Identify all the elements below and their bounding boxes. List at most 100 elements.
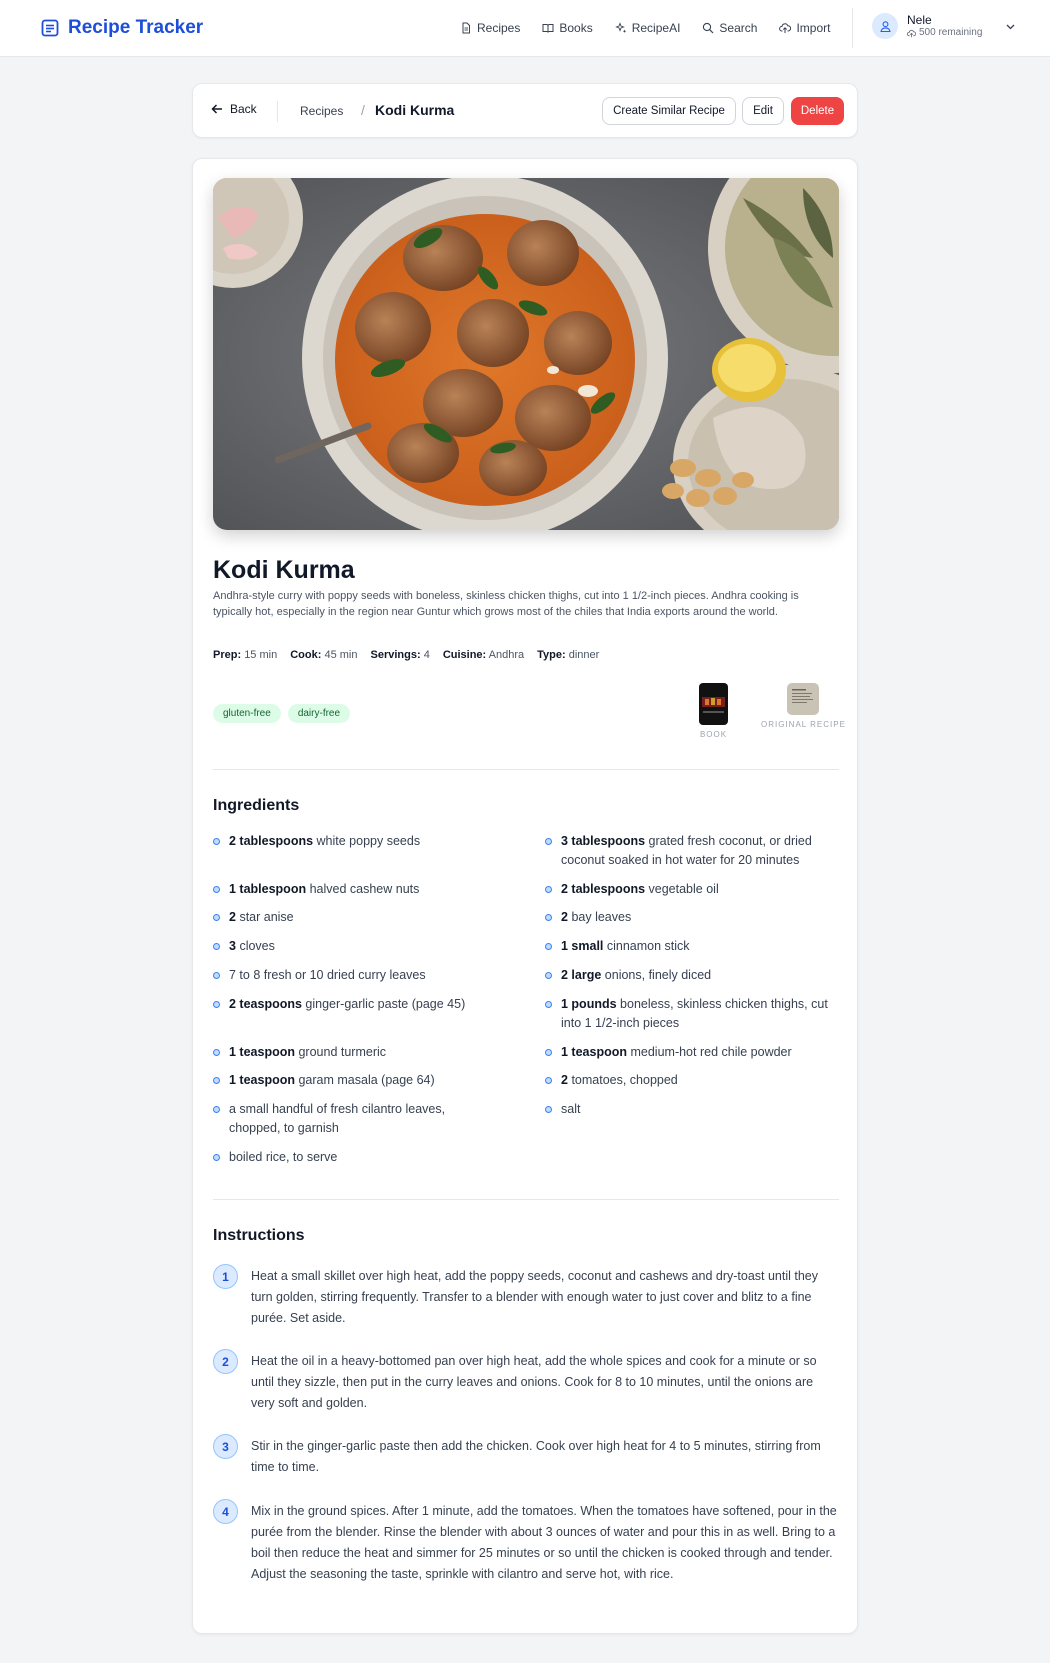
ingredient-item: 1 tablespoon halved cashew nuts	[213, 880, 503, 899]
edit-button[interactable]: Edit	[742, 97, 784, 125]
source-original-recipe[interactable]: ORIGINAL RECIPE	[761, 683, 846, 729]
breadcrumb-recipes-link[interactable]: Recipes	[300, 104, 343, 118]
original-recipe-thumbnail[interactable]	[787, 683, 820, 715]
tag-gluten-free[interactable]: gluten-free	[213, 704, 281, 723]
source-book[interactable]: BOOK	[699, 683, 728, 739]
brand-logo[interactable]: Recipe Tracker	[41, 14, 203, 42]
ingredient-qty: 2	[561, 1073, 568, 1087]
bullet-dot	[213, 1106, 220, 1113]
bullet-dot	[545, 1106, 552, 1113]
ingredient-text: white poppy seeds	[316, 834, 421, 848]
meta-cuisine: Cuisine: Andhra	[443, 649, 524, 661]
step-text: Heat the oil in a heavy-bottomed pan ove…	[251, 1354, 817, 1410]
ingredient-text: onions, finely diced	[604, 968, 712, 982]
ingredient-qty: 1 teaspoon	[229, 1045, 295, 1059]
bullet-dot	[213, 1049, 220, 1056]
ingredient-qty: 3	[229, 939, 236, 953]
document-list-icon	[41, 19, 59, 37]
bullet-dot	[545, 1049, 552, 1056]
ingredient-qty: 2 teaspoons	[229, 997, 302, 1011]
source-original-label: ORIGINAL RECIPE	[761, 720, 846, 729]
bullet-dot	[545, 838, 552, 845]
nav-import[interactable]: Import	[779, 16, 830, 40]
back-button[interactable]: Back	[210, 102, 257, 116]
user-info: Nele 500 remaining	[907, 13, 982, 39]
breadcrumb-separator: /	[361, 102, 365, 118]
bullet-dot	[213, 943, 220, 950]
bullet-dot	[545, 1077, 552, 1084]
book-cover-image	[699, 683, 728, 725]
delete-button[interactable]: Delete	[791, 97, 844, 125]
avatar	[872, 13, 898, 39]
meta-prep-label: Prep:	[213, 649, 242, 661]
chevron-down-icon[interactable]	[1005, 21, 1016, 32]
brand-name: Recipe Tracker	[68, 17, 204, 38]
ingredient-item: 3 tablespoons grated fresh coconut, or d…	[545, 832, 835, 870]
ingredient-item: 2 tomatoes, chopped	[545, 1071, 835, 1090]
meta-servings: Servings: 4	[370, 649, 429, 661]
meta-type-label: Type:	[537, 649, 566, 661]
bullet-dot	[213, 1001, 220, 1008]
main-nav: Recipes Books RecipeAI Search Import	[460, 16, 852, 40]
ingredient-text: garam masala (page 64)	[298, 1073, 435, 1087]
step-text: Mix in the ground spices. After 1 minute…	[251, 1504, 837, 1581]
upload-icon	[779, 23, 792, 33]
bullet-dot	[545, 972, 552, 979]
search-icon	[703, 22, 714, 34]
ingredient-item: 7 to 8 fresh or 10 dried curry leaves	[213, 966, 503, 985]
user-remaining: 500 remaining	[919, 27, 983, 38]
document-icon	[462, 22, 470, 34]
nav-recipes[interactable]: Recipes	[460, 16, 520, 40]
meta-servings-label: Servings:	[370, 649, 421, 661]
tag-dairy-free[interactable]: dairy-free	[287, 704, 351, 723]
nav-search[interactable]: Search	[702, 16, 757, 40]
bullet-dot	[545, 943, 552, 950]
breadcrumb-current: Kodi Kurma	[375, 102, 455, 118]
ingredient-item: 1 teaspoon medium-hot red chile powder	[545, 1043, 835, 1062]
ingredient-item: 1 teaspoon ground turmeric	[213, 1043, 503, 1062]
nav-recipeai-label: RecipeAI	[631, 21, 681, 35]
divider	[213, 1199, 839, 1200]
bullet-dot	[213, 1154, 220, 1161]
ingredient-text: tomatoes, chopped	[571, 1073, 678, 1087]
instructions-heading: Instructions	[213, 1227, 305, 1244]
ingredient-text: boiled rice, to serve	[229, 1150, 338, 1164]
ingredient-item: 1 pounds boneless, skinless chicken thig…	[545, 995, 835, 1033]
ingredient-item: 3 cloves	[213, 937, 503, 956]
bullet-dot	[213, 972, 220, 979]
breadcrumb-divider	[277, 101, 278, 122]
nav-books-label: Books	[559, 21, 593, 35]
bullet-dot	[545, 914, 552, 921]
ingredient-qty: 2 tablespoons	[561, 882, 646, 896]
tag-list: gluten-free dairy-free	[213, 704, 351, 723]
ingredient-text: bay leaves	[571, 910, 632, 924]
ingredient-qty: 1 small	[561, 939, 604, 953]
ingredient-item: 1 teaspoon garam masala (page 64)	[213, 1071, 503, 1090]
ingredient-text: a small handful of fresh cilantro leaves…	[229, 1102, 446, 1135]
meta-servings-value: 4	[423, 649, 430, 661]
nav-recipeai[interactable]: RecipeAI	[615, 16, 681, 40]
ingredient-item: boiled rice, to serve	[213, 1148, 503, 1167]
top-navigation: Recipe Tracker Recipes Books RecipeAI Se…	[0, 0, 1050, 57]
ingredient-item: 2 large onions, finely diced	[545, 966, 835, 985]
user-menu[interactable]: Nele 500 remaining	[872, 13, 1016, 39]
step-number: 4	[213, 1499, 238, 1524]
ingredient-item: 2 tablespoons vegetable oil	[545, 880, 835, 899]
create-similar-recipe-button[interactable]: Create Similar Recipe	[602, 97, 736, 125]
ingredient-text: 7 to 8 fresh or 10 dried curry leaves	[229, 968, 426, 982]
recipe-description: Andhra-style curry with poppy seeds with…	[213, 590, 799, 618]
nav-books[interactable]: Books	[542, 16, 593, 40]
book-cover-thumbnail[interactable]	[699, 683, 728, 725]
ingredient-item: 2 bay leaves	[545, 908, 835, 927]
breadcrumb-bar: Back Recipes / Kodi Kurma Create Similar…	[192, 83, 858, 138]
meta-type-value: dinner	[568, 649, 600, 661]
ingredient-text: ground turmeric	[298, 1045, 387, 1059]
step-number: 1	[213, 1264, 238, 1289]
user-icon	[879, 20, 891, 32]
source-book-label: BOOK	[699, 730, 728, 739]
bullet-dot	[545, 886, 552, 893]
back-label: Back	[230, 102, 257, 116]
ingredient-qty: 2	[229, 910, 236, 924]
sparkles-icon	[615, 22, 626, 33]
ingredient-item: 2 star anise	[213, 908, 503, 927]
